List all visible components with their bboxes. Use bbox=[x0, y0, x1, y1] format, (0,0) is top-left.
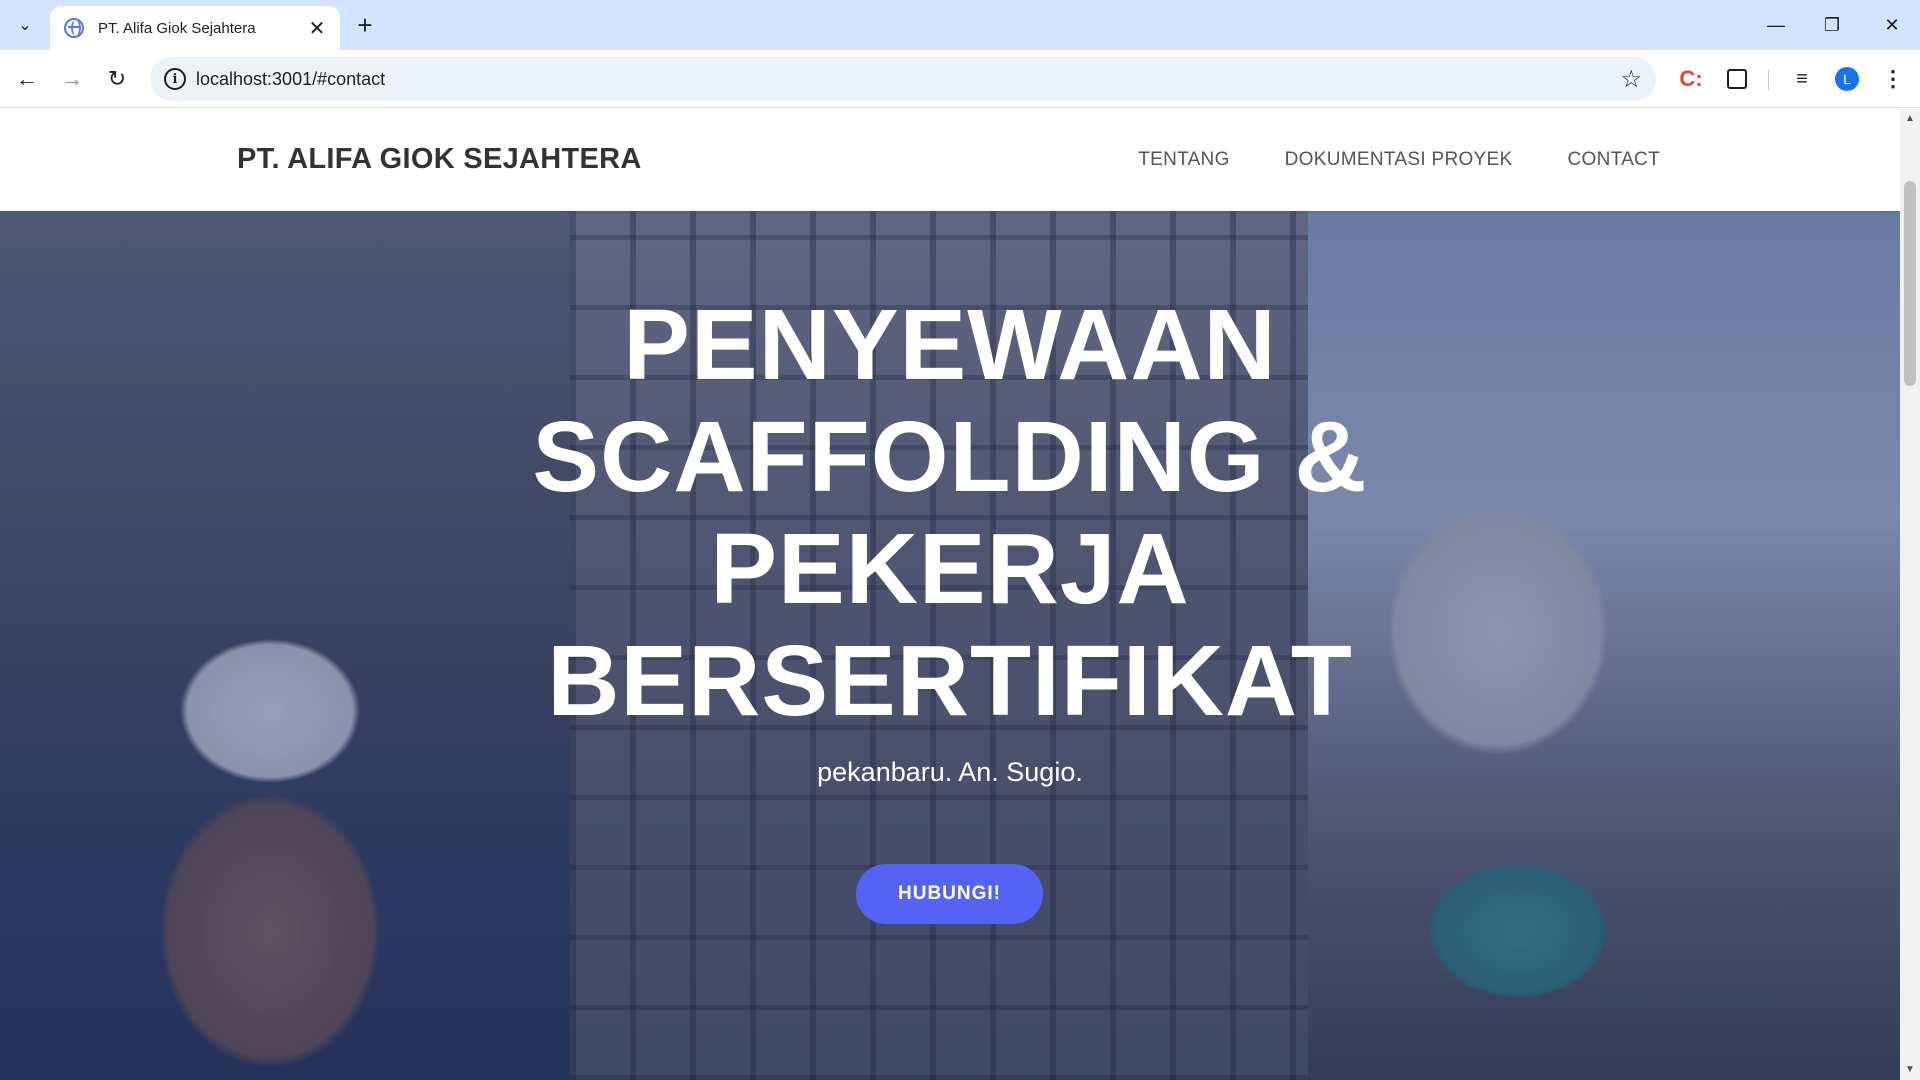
arrow-left-icon[interactable]: ← bbox=[12, 64, 42, 94]
toolbar-divider bbox=[1768, 70, 1769, 90]
page-scrollbar[interactable]: ▲ ▼ bbox=[1900, 109, 1920, 1080]
browser-tab-bar: ⌄ PT. Alifa Giok Sejahtera ✕ + — ❐ ✕ bbox=[0, 0, 1920, 50]
scroll-up-icon[interactable]: ▲ bbox=[1900, 113, 1920, 127]
site-header: PT. ALIFA GIOK SEJAHTERA TENTANG DOKUMEN… bbox=[0, 109, 1900, 211]
site-nav: TENTANG DOKUMENTASI PROYEK CONTACT bbox=[1138, 149, 1660, 171]
reload-icon[interactable]: ↻ bbox=[102, 64, 132, 94]
nav-link-contact[interactable]: CONTACT bbox=[1567, 149, 1660, 171]
globe-icon bbox=[64, 18, 84, 38]
hero-section: PENYEWAAN SCAFFOLDING & PEKERJA BERSERTI… bbox=[0, 211, 1900, 1080]
profile-button[interactable]: L bbox=[1832, 64, 1862, 94]
hero-title-line: SCAFFOLDING & bbox=[532, 401, 1368, 513]
plus-icon[interactable]: + bbox=[350, 10, 380, 40]
close-icon[interactable]: ✕ bbox=[306, 17, 328, 40]
arrow-right-icon[interactable]: → bbox=[57, 64, 87, 94]
scroll-down-icon[interactable]: ▼ bbox=[1900, 1064, 1920, 1078]
info-icon[interactable]: i bbox=[164, 68, 186, 90]
hero-title-line: PENYEWAAN bbox=[623, 289, 1277, 401]
kebab-menu-icon[interactable]: ⋮ bbox=[1878, 64, 1908, 94]
media-control-icon[interactable]: ≡ bbox=[1787, 64, 1817, 94]
scrollbar-thumb[interactable] bbox=[1904, 181, 1916, 386]
extension-button[interactable]: C: bbox=[1676, 64, 1706, 94]
hero-title: PENYEWAAN SCAFFOLDING & PEKERJA BERSERTI… bbox=[470, 289, 1430, 737]
chevron-down-icon[interactable]: ⌄ bbox=[8, 10, 42, 40]
restore-icon[interactable]: ❐ bbox=[1804, 0, 1860, 50]
tab-title: PT. Alifa Giok Sejahtera bbox=[98, 19, 256, 37]
hero-title-line: BERSERTIFIKAT bbox=[547, 625, 1353, 737]
puzzle-icon[interactable] bbox=[1722, 64, 1752, 94]
url-text[interactable]: localhost:3001/#contact bbox=[196, 69, 385, 90]
hero-subtitle: pekanbaru. An. Sugio. bbox=[817, 757, 1083, 787]
minimize-icon[interactable]: — bbox=[1748, 0, 1804, 50]
browser-toolbar: ← → ↻ i localhost:3001/#contact ☆ C: ≡ L… bbox=[0, 50, 1920, 108]
avatar: L bbox=[1835, 67, 1859, 91]
nav-link-dokumentasi-proyek[interactable]: DOKUMENTASI PROYEK bbox=[1285, 149, 1513, 171]
site-brand[interactable]: PT. ALIFA GIOK SEJAHTERA bbox=[237, 143, 642, 176]
hubungi-button[interactable]: HUBUNGI! bbox=[856, 864, 1043, 924]
star-icon[interactable]: ☆ bbox=[1620, 65, 1642, 94]
address-bar[interactable]: i localhost:3001/#contact ☆ bbox=[150, 57, 1656, 101]
page-viewport: PT. ALIFA GIOK SEJAHTERA TENTANG DOKUMEN… bbox=[0, 109, 1900, 1080]
nav-link-tentang[interactable]: TENTANG bbox=[1138, 149, 1229, 171]
close-window-icon[interactable]: ✕ bbox=[1864, 0, 1920, 50]
hero-title-line: PEKERJA bbox=[710, 513, 1190, 625]
extension-label: C: bbox=[1679, 66, 1703, 91]
browser-tab[interactable]: PT. Alifa Giok Sejahtera ✕ bbox=[50, 6, 340, 50]
